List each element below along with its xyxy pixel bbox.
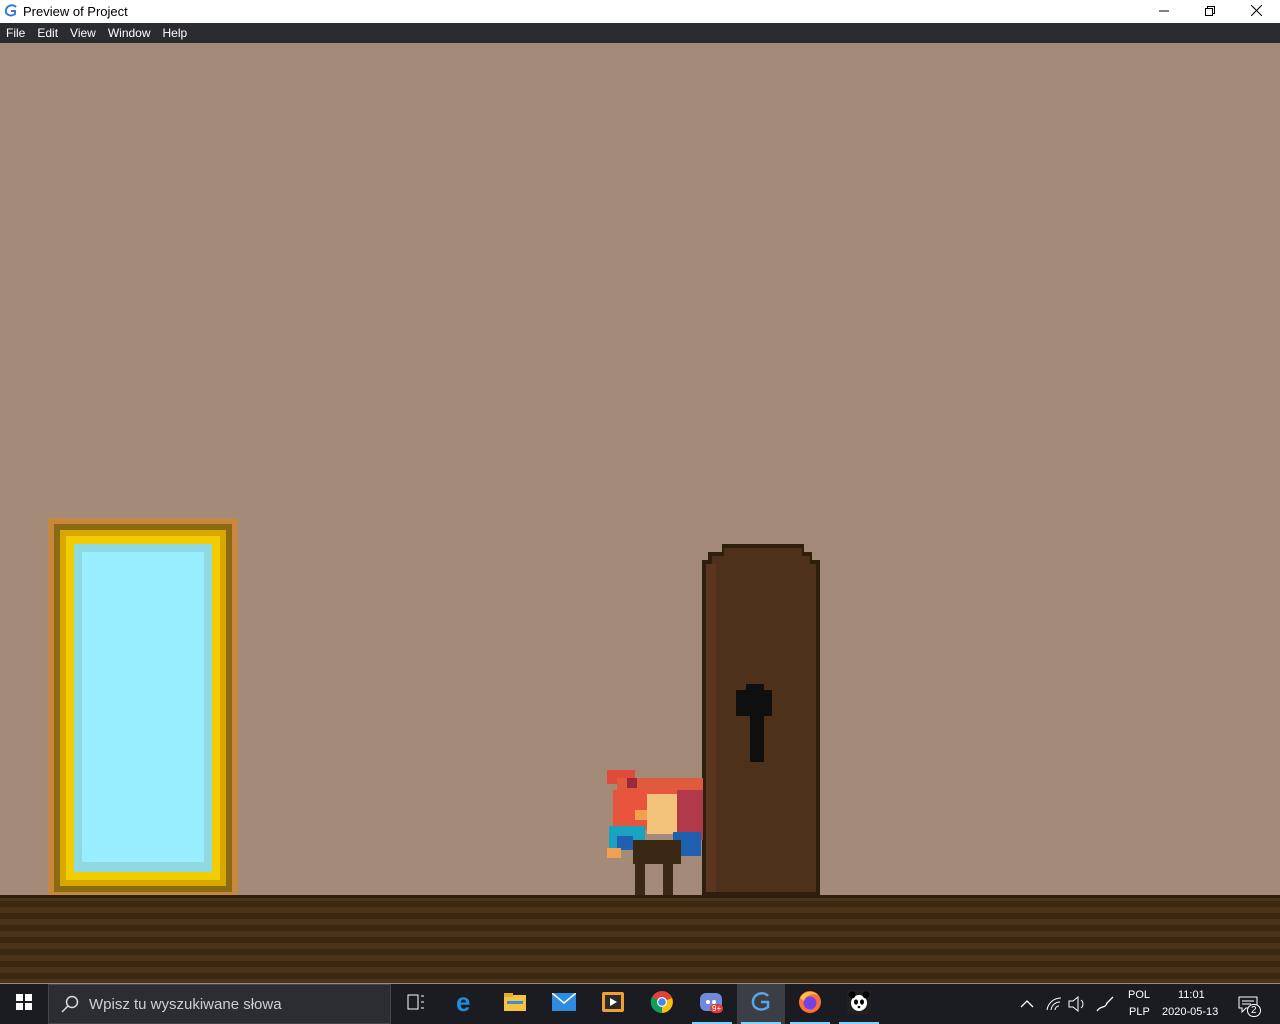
minimize-icon	[1159, 3, 1169, 21]
action-center-button[interactable]: 2	[1232, 984, 1272, 1024]
windows-logo-icon	[16, 993, 32, 1015]
game-engine-button[interactable]	[737, 984, 785, 1024]
keyboard-layout-code: PLP	[1129, 1006, 1150, 1018]
notification-count-badge: 2	[1247, 1004, 1261, 1017]
floor	[0, 895, 1280, 983]
media-player-icon	[602, 991, 624, 1017]
discord-badge: 9+	[710, 1004, 724, 1013]
network-icon[interactable]	[1045, 996, 1063, 1017]
panda-app-icon	[847, 989, 871, 1019]
app-logo-icon	[4, 4, 18, 18]
clock[interactable]: 11:01 2020-05-13	[1158, 984, 1228, 1024]
file-explorer-icon	[503, 992, 527, 1017]
mail-icon	[551, 991, 577, 1016]
menu-view[interactable]: View	[64, 23, 102, 43]
start-button[interactable]	[0, 984, 48, 1024]
discord-button[interactable]: 9+	[688, 984, 736, 1024]
menu-edit[interactable]: Edit	[31, 23, 64, 43]
mail-button[interactable]	[540, 984, 588, 1024]
game-engine-icon	[750, 991, 772, 1018]
chrome-icon	[650, 990, 674, 1019]
edge-button[interactable]: e	[442, 984, 490, 1024]
edge-icon: e	[454, 987, 478, 1019]
floor-edge	[0, 895, 1280, 898]
window-title: Preview of Project	[23, 4, 128, 19]
game-viewport[interactable]	[0, 43, 1280, 983]
window-titlebar[interactable]: Preview of Project	[0, 0, 1280, 23]
restore-icon	[1205, 3, 1215, 21]
mirror-portal	[48, 518, 238, 898]
firefox-button[interactable]	[786, 984, 834, 1024]
wooden-door	[702, 544, 820, 896]
menu-file[interactable]: File	[0, 23, 31, 43]
clock-date: 2020-05-13	[1162, 1006, 1219, 1018]
panda-app-button[interactable]	[835, 984, 883, 1024]
chevron-up-icon[interactable]	[1020, 996, 1034, 1014]
minimize-button[interactable]	[1141, 0, 1187, 23]
taskbar: Wpisz tu wyszukiwane słowa e 9+ POL PLP …	[0, 984, 1280, 1024]
svg-text:e: e	[456, 990, 470, 1014]
menubar: File Edit View Window Help	[0, 23, 1280, 43]
input-language-indicator[interactable]: POL PLP	[1120, 984, 1156, 1024]
pen-ink-icon[interactable]	[1095, 995, 1115, 1018]
firefox-icon	[798, 990, 822, 1019]
task-view-button[interactable]	[392, 984, 440, 1024]
volume-icon[interactable]	[1068, 995, 1086, 1017]
search-icon	[61, 995, 79, 1018]
clock-time: 11:01	[1178, 989, 1205, 1001]
search-placeholder: Wpisz tu wyszukiwane słowa	[89, 996, 282, 1013]
media-player-button[interactable]	[589, 984, 637, 1024]
restore-button[interactable]	[1187, 0, 1233, 23]
close-icon	[1250, 3, 1262, 21]
task-view-icon	[407, 994, 425, 1015]
close-button[interactable]	[1233, 0, 1279, 23]
menu-window[interactable]: Window	[102, 23, 157, 43]
file-explorer-button[interactable]	[491, 984, 539, 1024]
player-character[interactable]	[607, 770, 703, 896]
language-code: POL	[1128, 989, 1151, 1001]
chrome-button[interactable]	[638, 984, 686, 1024]
taskbar-search-box[interactable]: Wpisz tu wyszukiwane słowa	[48, 984, 391, 1024]
menu-help[interactable]: Help	[157, 23, 194, 43]
